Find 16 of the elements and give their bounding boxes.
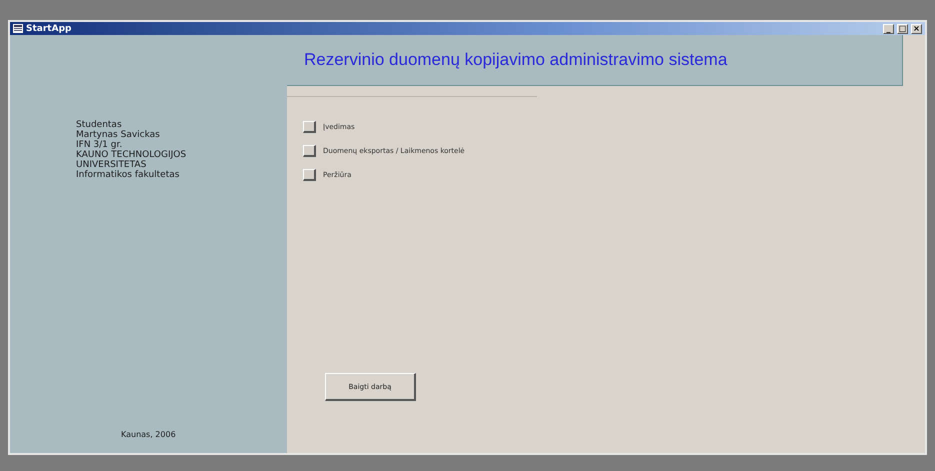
window-control-button[interactable]: ×: [911, 24, 922, 34]
author-info-text: Studentas: [76, 120, 123, 130]
place-date-text: Kaunas, 2006: [121, 430, 177, 439]
menu-button[interactable]: [303, 169, 316, 181]
app-icon: [13, 24, 23, 33]
window-control-button[interactable]: □: [897, 24, 908, 34]
author-info-text: Martynas Savickas: [76, 130, 161, 140]
author-info-text: UNIVERSITETAS: [76, 160, 148, 170]
app-title: Rezervinio duomenų kopijavimo administravimo sistema: [304, 50, 728, 70]
menu-button[interactable]: [303, 121, 316, 133]
author-info-text: IFN 3/1 gr.: [76, 140, 124, 150]
window-title: StartApp: [26, 24, 72, 34]
author-info-text: KAUNO TECHNOLOGIJOS: [76, 150, 188, 160]
window-control-button[interactable]: _: [883, 24, 894, 34]
author-info-text: Informatikos fakultetas: [76, 170, 180, 180]
menu-button[interactable]: [303, 145, 316, 157]
